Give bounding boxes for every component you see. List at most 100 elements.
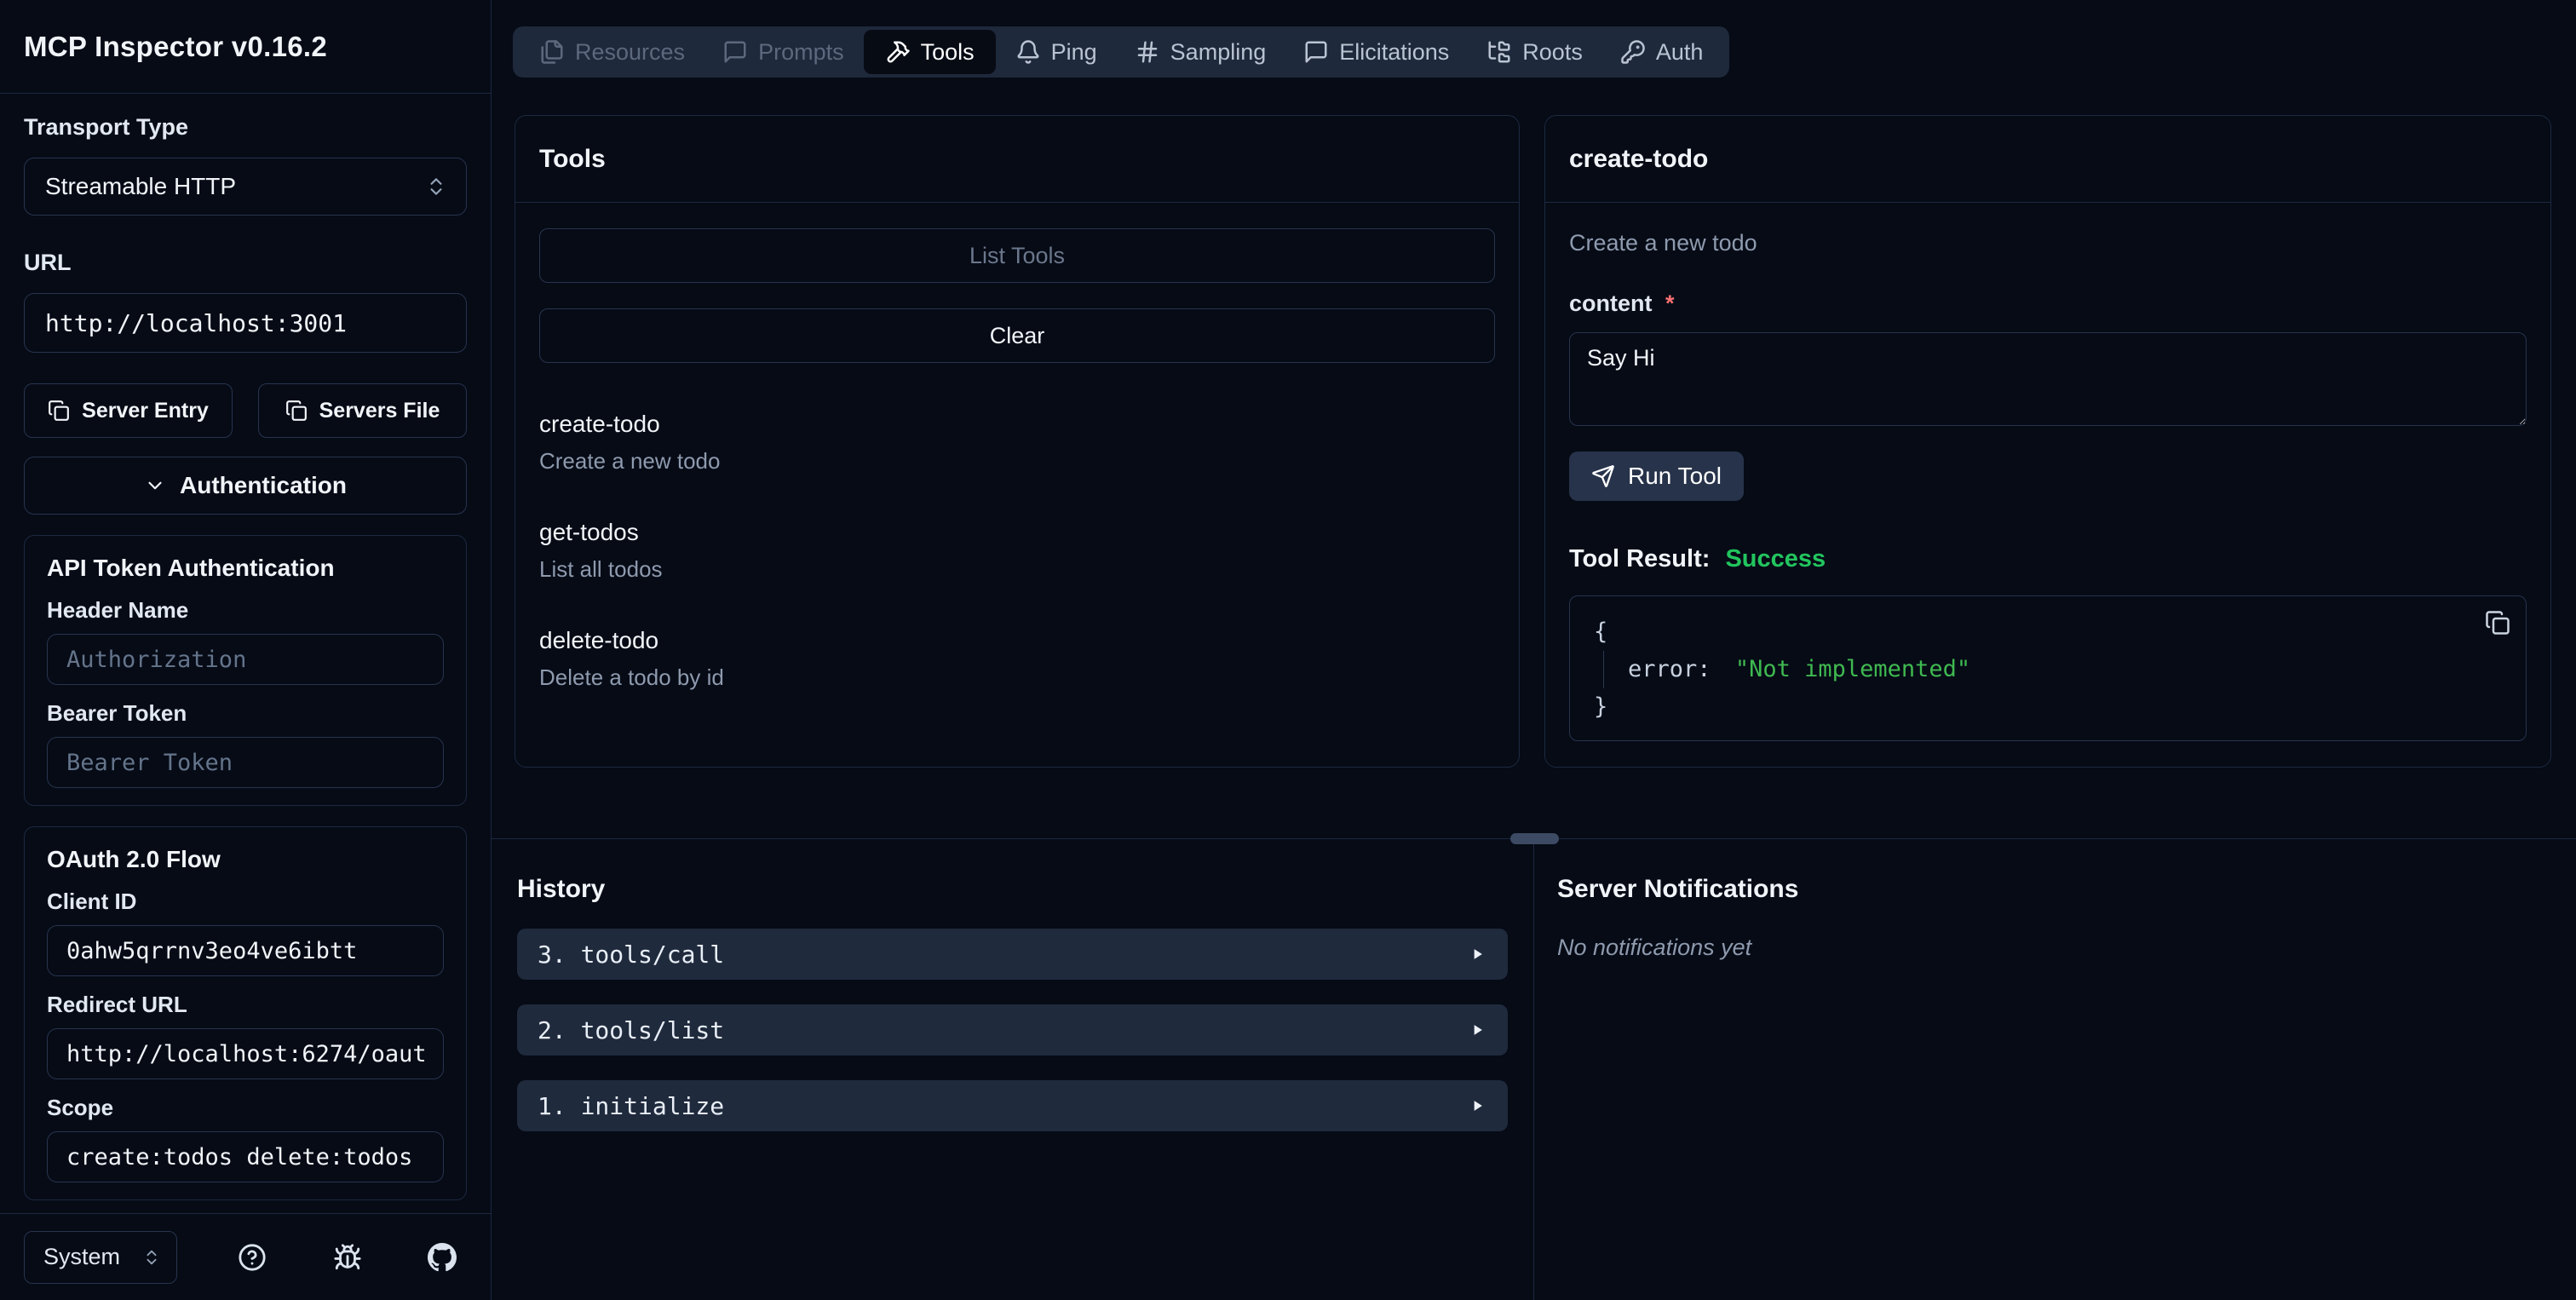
tools-panel-title: Tools xyxy=(515,116,1519,203)
app-title: MCP Inspector v0.16.2 xyxy=(24,30,328,62)
bottom-panels: History 3. tools/call 2. tools/list 1. i… xyxy=(492,839,2576,1300)
expand-arrow-icon xyxy=(1469,1021,1486,1038)
copy-result-button[interactable] xyxy=(2485,610,2510,636)
tool-detail-title: create-todo xyxy=(1545,116,2550,203)
url-label: URL xyxy=(24,250,72,275)
folder-tree-icon xyxy=(1486,39,1512,65)
tab-tools[interactable]: Tools xyxy=(863,30,996,74)
tool-list-item-create-todo[interactable]: create-todo Create a new todo xyxy=(539,411,1495,475)
tool-description: Delete a todo by id xyxy=(539,664,724,690)
tab-resources[interactable]: Resources xyxy=(521,32,703,72)
files-icon xyxy=(539,39,565,65)
circle-help-icon xyxy=(238,1243,267,1272)
notifications-empty-message: No notifications yet xyxy=(1557,935,1752,960)
copy-icon xyxy=(48,400,70,422)
tab-ping[interactable]: Ping xyxy=(998,32,1115,72)
servers-file-button[interactable]: Servers File xyxy=(258,383,467,438)
list-tools-button[interactable]: List Tools xyxy=(539,228,1495,283)
history-row-tools-list[interactable]: 2. tools/list xyxy=(517,1004,1508,1056)
history-title: History xyxy=(517,875,606,903)
sidebar: MCP Inspector v0.16.2 Transport Type Str… xyxy=(0,0,492,1300)
expand-arrow-icon xyxy=(1469,1097,1486,1114)
tab-roots[interactable]: Roots xyxy=(1469,32,1601,72)
server-entry-button[interactable]: Server Entry xyxy=(24,383,233,438)
history-row-initialize[interactable]: 1. initialize xyxy=(517,1080,1508,1131)
tool-list-item-get-todos[interactable]: get-todos List all todos xyxy=(539,519,1495,583)
chevrons-up-down-icon xyxy=(425,175,447,198)
message-square-icon xyxy=(1303,39,1329,65)
header-name-label: Header Name xyxy=(47,597,189,623)
top-panels: Tools List Tools Clear create-todo Creat… xyxy=(515,115,2551,768)
transport-type-label: Transport Type xyxy=(24,114,189,140)
scope-input[interactable] xyxy=(47,1131,444,1182)
copy-icon xyxy=(2485,610,2510,636)
tabbar-row: Resources Prompts Tools Ping Sampling El… xyxy=(492,0,2576,78)
split-drag-handle[interactable] xyxy=(1510,833,1559,844)
tool-name: get-todos xyxy=(539,519,639,545)
server-entry-label: Server Entry xyxy=(82,398,209,423)
send-icon xyxy=(1591,464,1615,488)
oauth-flow-title: OAuth 2.0 Flow xyxy=(47,846,221,872)
history-row-label: 3. tools/call xyxy=(538,940,725,969)
tab-label: Elicitations xyxy=(1339,38,1450,65)
client-id-input[interactable] xyxy=(47,925,444,976)
expand-arrow-icon xyxy=(1469,946,1486,963)
bearer-token-input[interactable] xyxy=(47,737,444,788)
tab-prompts[interactable]: Prompts xyxy=(704,32,862,72)
tab-auth[interactable]: Auth xyxy=(1602,32,1722,72)
report-bug-button[interactable] xyxy=(328,1238,367,1277)
run-tool-label: Run Tool xyxy=(1628,463,1722,489)
bug-icon xyxy=(333,1243,362,1272)
history-row-tools-call[interactable]: 3. tools/call xyxy=(517,929,1508,980)
copy-buttons-row: Server Entry Servers File xyxy=(24,383,467,438)
content-field-label: content xyxy=(1569,290,1653,316)
sidebar-header: MCP Inspector v0.16.2 xyxy=(0,0,491,94)
tool-detail-panel: create-todo Create a new todo content * … xyxy=(1544,115,2551,768)
chevrons-up-down-icon xyxy=(142,1248,161,1267)
tabbar: Resources Prompts Tools Ping Sampling El… xyxy=(513,26,1730,78)
tool-detail-description: Create a new todo xyxy=(1569,230,1757,256)
transport-type-select[interactable]: Streamable HTTP xyxy=(24,158,467,216)
tab-sampling[interactable]: Sampling xyxy=(1117,32,1285,72)
json-error-line: error: "Not implemented" xyxy=(1603,651,2502,688)
authentication-toggle[interactable]: Authentication xyxy=(24,457,467,515)
help-button[interactable] xyxy=(233,1238,272,1277)
url-input[interactable] xyxy=(24,293,467,353)
redirect-url-label: Redirect URL xyxy=(47,992,187,1017)
json-open-brace: { xyxy=(1594,618,1608,645)
tab-label: Prompts xyxy=(758,38,844,65)
tool-detail-body: Create a new todo content * Say Hi Run T… xyxy=(1545,203,2550,767)
main-area: Resources Prompts Tools Ping Sampling El… xyxy=(492,0,2576,1300)
run-tool-button[interactable]: Run Tool xyxy=(1569,452,1745,501)
server-notifications-panel: Server Notifications No notifications ye… xyxy=(1534,839,2576,1300)
tool-result-json-viewer: { error: "Not implemented" } xyxy=(1569,595,2527,741)
content-field-label-row: content * xyxy=(1569,290,2527,317)
transport-type-value: Streamable HTTP xyxy=(45,173,237,199)
hash-icon xyxy=(1135,39,1160,65)
tool-result-status: Success xyxy=(1725,545,1826,572)
authentication-toggle-label: Authentication xyxy=(180,472,347,498)
api-token-auth-card: API Token Authentication Header Name Bea… xyxy=(24,535,467,806)
content-field-textarea[interactable]: Say Hi xyxy=(1569,332,2527,426)
tools-panel-body: List Tools Clear create-todo Create a ne… xyxy=(515,203,1519,767)
clear-tools-button[interactable]: Clear xyxy=(539,308,1495,363)
github-button[interactable] xyxy=(423,1238,462,1277)
theme-select-value: System xyxy=(43,1244,121,1269)
theme-select[interactable]: System xyxy=(24,1230,177,1284)
hammer-icon xyxy=(885,39,911,65)
redirect-url-input[interactable] xyxy=(47,1028,444,1079)
sidebar-footer: System xyxy=(0,1213,491,1300)
sidebar-content: Transport Type Streamable HTTP URL Serve… xyxy=(0,94,491,1213)
history-panel: History 3. tools/call 2. tools/list 1. i… xyxy=(492,839,1534,1300)
mcp-inspector-app: MCP Inspector v0.16.2 Transport Type Str… xyxy=(0,0,2576,1300)
key-icon xyxy=(1620,39,1646,65)
tool-list-item-delete-todo[interactable]: delete-todo Delete a todo by id xyxy=(539,627,1495,691)
header-name-input[interactable] xyxy=(47,634,444,685)
tab-label: Ping xyxy=(1050,38,1097,65)
tool-name: create-todo xyxy=(539,411,660,437)
tool-description: List all todos xyxy=(539,556,663,582)
tool-result-heading: Tool Result: Success xyxy=(1569,545,2527,573)
tab-elicitations[interactable]: Elicitations xyxy=(1285,32,1467,72)
server-notifications-title: Server Notifications xyxy=(1557,875,1799,903)
servers-file-label: Servers File xyxy=(319,398,440,423)
